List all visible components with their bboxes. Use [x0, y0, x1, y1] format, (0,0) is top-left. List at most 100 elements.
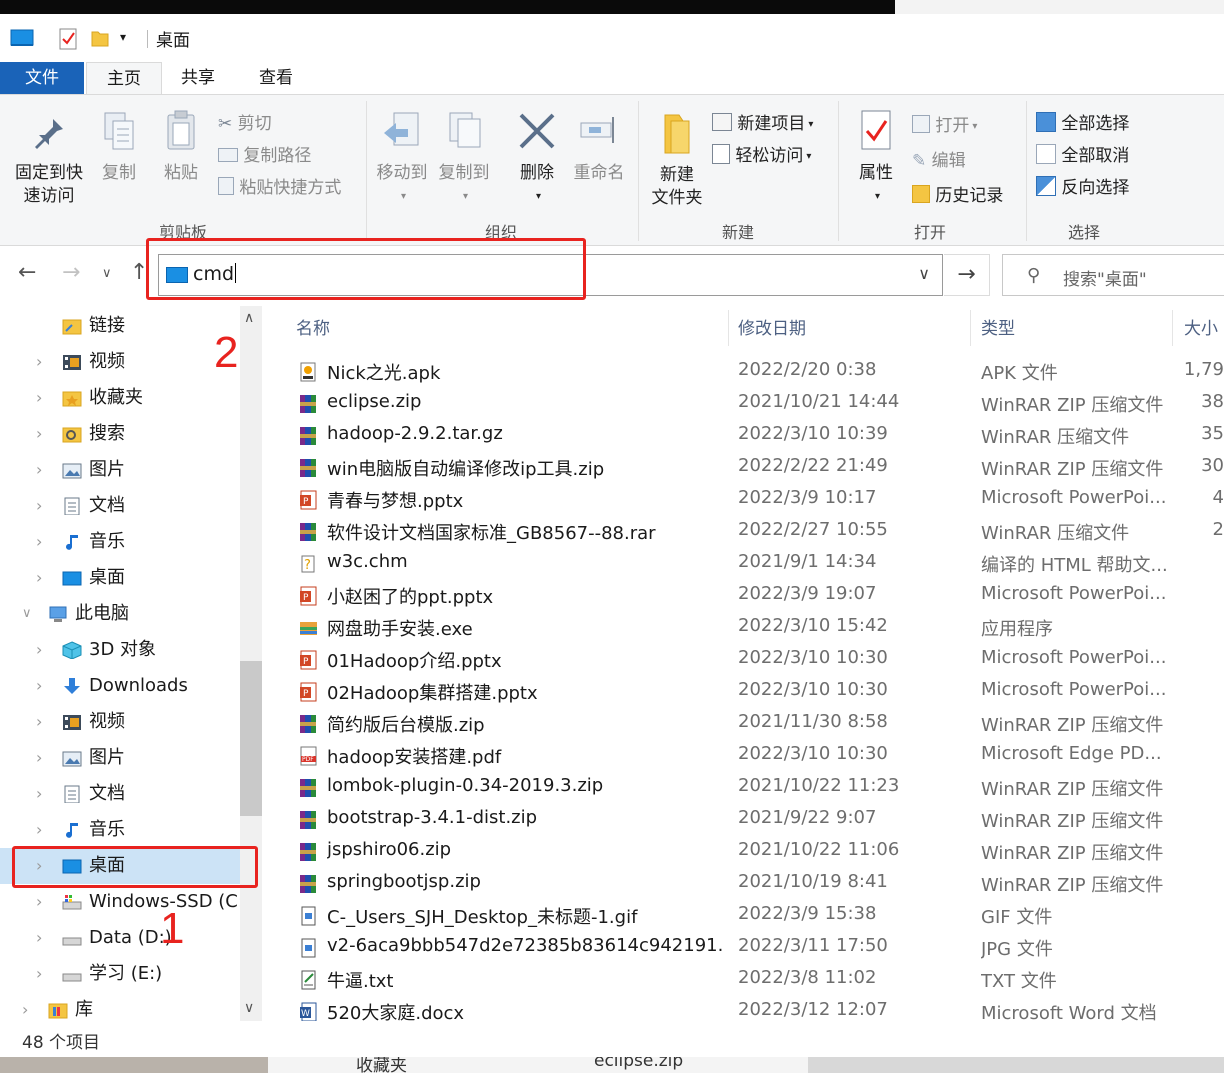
recent-locations-chevron-icon[interactable]: ∨ [102, 266, 112, 281]
invert-selection-button[interactable]: 反向选择 [1036, 173, 1129, 198]
file-row[interactable]: ? w3c.chm 2021/9/1 14:34 编译的 HTML 帮助文... [268, 547, 1224, 579]
search-box[interactable]: ⚲ 搜索"桌面" [1002, 254, 1224, 296]
nav-item[interactable]: › 图片 [0, 740, 240, 776]
expand-chevron-icon[interactable]: › [36, 812, 42, 848]
history-button[interactable]: 历史记录 [912, 181, 1003, 206]
file-row[interactable]: P 01Hadoop介绍.pptx 2022/3/10 10:30 Microsoft… [268, 643, 1224, 675]
column-header-date[interactable]: 修改日期 [738, 314, 806, 339]
nav-item[interactable]: › 库 [0, 992, 240, 1021]
new-folder-quick-icon[interactable] [90, 28, 110, 48]
nav-scrollbar-thumb[interactable] [240, 661, 262, 816]
nav-item[interactable]: › 收藏夹 [0, 380, 240, 416]
new-item-button[interactable]: 新建项目 ▾ [712, 109, 813, 134]
tab-view[interactable]: 查看 [242, 62, 310, 94]
expand-chevron-icon[interactable]: › [22, 992, 28, 1021]
file-row[interactable]: W 520大家庭.docx 2022/3/12 12:07 Microsoft Wor… [268, 995, 1224, 1021]
collapse-chevron-icon[interactable]: ∨ [22, 596, 32, 632]
expand-chevron-icon[interactable]: › [36, 668, 42, 704]
tab-file[interactable]: 文件 [0, 62, 84, 94]
column-divider[interactable] [1172, 310, 1173, 346]
file-row[interactable]: v2-6aca9bbb547d2e72385b83614c942191... 20… [268, 931, 1224, 963]
column-header-name[interactable]: 名称 [296, 314, 330, 339]
edit-button[interactable]: ✎ 编辑 [912, 146, 966, 171]
file-row[interactable]: 牛逼.txt 2022/3/8 11:02 TXT 文件 [268, 963, 1224, 995]
search-placeholder[interactable]: 搜索"桌面" [1063, 265, 1147, 290]
expand-chevron-icon[interactable]: › [36, 884, 42, 920]
paste-button[interactable]: 粘贴 [158, 109, 204, 185]
expand-chevron-icon[interactable]: › [36, 920, 42, 956]
expand-chevron-icon[interactable]: › [36, 488, 42, 524]
file-row[interactable]: eclipse.zip 2021/10/21 14:44 WinRAR ZIP 压缩… [268, 387, 1224, 419]
address-dropdown-chevron-icon[interactable]: ∨ [918, 264, 930, 283]
properties-button[interactable]: 属性 ▾ [846, 109, 906, 208]
delete-button[interactable]: 删除 ▾ [512, 109, 562, 208]
nav-item[interactable]: › Windows-SSD (C: [0, 884, 240, 920]
expand-chevron-icon[interactable]: › [36, 560, 42, 596]
copy-to-button[interactable]: 复制到 ▾ [434, 109, 494, 208]
nav-item[interactable]: › 桌面 [0, 560, 240, 596]
address-input[interactable]: cmd [193, 263, 236, 285]
pin-to-quick-access-button[interactable]: 固定到快 速访问 [8, 115, 90, 208]
column-divider[interactable] [728, 310, 729, 346]
file-row[interactable]: 简约版后台模版.zip 2021/11/30 8:58 WinRAR ZIP 压缩文… [268, 707, 1224, 739]
nav-item[interactable]: › Downloads [0, 668, 240, 704]
file-row[interactable]: hadoop-2.9.2.tar.gz 2022/3/10 10:39 WinRAR… [268, 419, 1224, 451]
nav-item[interactable]: › Data (D:) [0, 920, 240, 956]
paste-shortcut-button[interactable]: 粘贴快捷方式 [218, 173, 341, 198]
expand-chevron-icon[interactable]: › [36, 848, 42, 884]
file-row[interactable]: 网盘助手安装.exe 2022/3/10 15:42 应用程序 [268, 611, 1224, 643]
nav-item[interactable]: 链接 [0, 308, 240, 344]
nav-item[interactable]: › 桌面 [0, 848, 240, 884]
nav-item[interactable]: › 音乐 [0, 812, 240, 848]
select-all-button[interactable]: 全部选择 [1036, 109, 1129, 134]
nav-item[interactable]: › 搜索 [0, 416, 240, 452]
cut-button[interactable]: ✂ 剪切 [218, 109, 272, 134]
expand-chevron-icon[interactable]: › [36, 956, 42, 992]
nav-item[interactable]: › 视频 [0, 704, 240, 740]
expand-chevron-icon[interactable]: › [36, 740, 42, 776]
address-bar[interactable]: cmd ∨ [158, 254, 943, 296]
column-header-type[interactable]: 类型 [981, 314, 1015, 339]
nav-item[interactable]: › 学习 (E:) [0, 956, 240, 992]
file-row[interactable]: P 小赵困了的ppt.pptx 2022/3/9 19:07 Microsoft Po… [268, 579, 1224, 611]
file-row[interactable]: bootstrap-3.4.1-dist.zip 2021/9/22 9:07 Wi… [268, 803, 1224, 835]
forward-arrow-icon[interactable]: → [62, 260, 80, 285]
expand-chevron-icon[interactable]: › [36, 704, 42, 740]
go-arrow-icon[interactable]: → [944, 254, 990, 296]
file-row[interactable]: 软件设计文档国家标准_GB8567--88.rar 2022/2/27 10:55… [268, 515, 1224, 547]
file-row[interactable]: P 02Hadoop集群搭建.pptx 2022/3/10 10:30 Microso… [268, 675, 1224, 707]
file-row[interactable]: lombok-plugin-0.34-2019.3.zip 2021/10/22 … [268, 771, 1224, 803]
tab-share[interactable]: 共享 [166, 62, 230, 94]
nav-item[interactable]: › 文档 [0, 776, 240, 812]
rename-button[interactable]: 重命名 [568, 109, 630, 185]
expand-chevron-icon[interactable]: › [36, 524, 42, 560]
copy-path-button[interactable]: 复制路径 [218, 141, 311, 166]
file-row[interactable]: Nick之光.apk 2022/2/20 0:38 APK 文件 1,79 [268, 355, 1224, 387]
nav-item[interactable]: › 3D 对象 [0, 632, 240, 668]
nav-item[interactable]: ∨ 此电脑 [0, 596, 240, 632]
column-header-size[interactable]: 大小 [1184, 314, 1218, 339]
copy-button[interactable]: 复制 [96, 109, 142, 185]
expand-chevron-icon[interactable]: › [36, 776, 42, 812]
new-folder-button[interactable]: 新建 文件夹 [644, 109, 710, 210]
nav-item[interactable]: › 音乐 [0, 524, 240, 560]
tab-home[interactable]: 主页 [86, 62, 162, 95]
properties-quick-icon[interactable] [58, 28, 78, 50]
scroll-up-chevron-icon[interactable]: ∧ [244, 310, 254, 326]
scroll-down-chevron-icon[interactable]: ∨ [244, 1000, 254, 1016]
up-arrow-icon[interactable]: ↑ [130, 260, 148, 285]
quick-access-dropdown-icon[interactable]: ▾ [120, 30, 126, 44]
expand-chevron-icon[interactable]: › [36, 632, 42, 668]
select-none-button[interactable]: 全部取消 [1036, 141, 1129, 166]
file-row[interactable]: PDF hadoop安装搭建.pdf 2022/3/10 10:30 Microsof… [268, 739, 1224, 771]
nav-item[interactable]: › 图片 [0, 452, 240, 488]
easy-access-button[interactable]: 轻松访问 ▾ [712, 141, 811, 166]
expand-chevron-icon[interactable]: › [36, 380, 42, 416]
column-divider[interactable] [970, 310, 971, 346]
back-arrow-icon[interactable]: ← [18, 260, 36, 285]
expand-chevron-icon[interactable]: › [36, 344, 42, 380]
file-row[interactable]: springbootjsp.zip 2021/10/19 8:41 WinRAR Z… [268, 867, 1224, 899]
file-row[interactable]: P 青春与梦想.pptx 2022/3/9 10:17 Microsoft Power… [268, 483, 1224, 515]
expand-chevron-icon[interactable]: › [36, 416, 42, 452]
expand-chevron-icon[interactable]: › [36, 452, 42, 488]
